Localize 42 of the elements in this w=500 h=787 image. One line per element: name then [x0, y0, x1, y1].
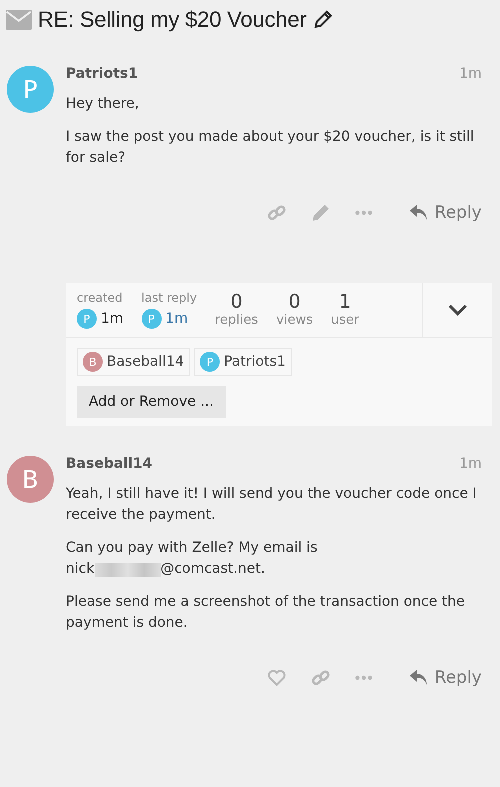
- post-time: 1m: [459, 456, 482, 472]
- post-paragraph: Hey there,: [66, 95, 140, 114]
- username[interactable]: Patriots1: [66, 66, 138, 82]
- stat-label: replies: [215, 313, 258, 328]
- email-text: @comcast.net.: [160, 560, 266, 579]
- avatar[interactable]: P: [77, 309, 97, 329]
- more-icon[interactable]: [354, 210, 373, 216]
- add-or-remove-button[interactable]: Add or Remove ...: [77, 386, 226, 418]
- stat-value: 0: [230, 291, 243, 313]
- avatar[interactable]: P: [142, 309, 162, 329]
- avatar[interactable]: B: [7, 456, 54, 503]
- reply-icon: [408, 204, 429, 222]
- reply-button[interactable]: Reply: [408, 199, 482, 227]
- meta-time: 1m: [166, 311, 188, 327]
- avatar[interactable]: P: [7, 66, 54, 113]
- email-text: nick: [66, 560, 95, 579]
- stat-value: 1: [339, 291, 352, 313]
- stat-label: user: [331, 313, 360, 328]
- heart-icon[interactable]: [266, 668, 287, 688]
- post-paragraph: I saw the post you made about your $20 voucher, is it still for sale?: [66, 128, 476, 168]
- topic-title: RE: Selling my $20 Voucher: [38, 7, 307, 33]
- envelope-icon: [6, 10, 32, 30]
- post-paragraph: Yeah, I still have it! I will send you the voucher code once I receive the payment.: [66, 485, 478, 525]
- redaction-blur: [94, 562, 161, 576]
- stat-label: views: [276, 313, 314, 328]
- reply-button[interactable]: Reply: [408, 664, 482, 692]
- chevron-down-icon: [448, 304, 468, 316]
- meta-label: last reply: [142, 291, 198, 305]
- stat-value: 0: [288, 291, 301, 313]
- pencil-icon[interactable]: [312, 10, 333, 30]
- username[interactable]: Baseball14: [66, 456, 152, 472]
- reply-icon: [408, 669, 429, 687]
- post-paragraph: Please send me a screenshot of the transaction once the payment is done.: [66, 593, 466, 633]
- post-time: 1m: [459, 66, 482, 82]
- participant-chip[interactable]: P Patriots1: [194, 348, 292, 376]
- more-icon[interactable]: [354, 675, 373, 681]
- participant-chip[interactable]: B Baseball14: [77, 348, 190, 376]
- post-paragraph: Can you pay with Zelle? My email is: [66, 539, 319, 558]
- meta-time: 1m: [101, 311, 124, 327]
- meta-label: created: [77, 291, 124, 305]
- link-icon[interactable]: [310, 668, 331, 688]
- link-icon[interactable]: [266, 203, 287, 223]
